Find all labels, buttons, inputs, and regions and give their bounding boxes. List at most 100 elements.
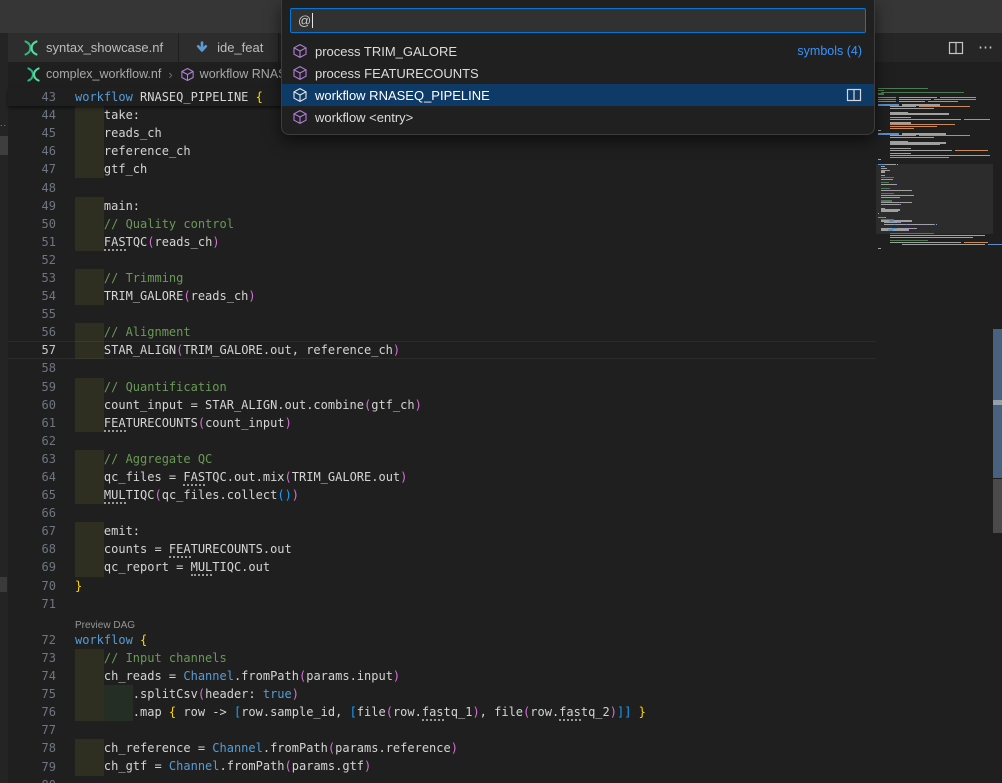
line-number[interactable]: 60 [8,398,56,412]
quickpick-item[interactable]: workflow RNASEQ_PIPELINE [282,84,874,106]
indent-guide-highlight [75,468,104,486]
code-line-67: 67 emit: [8,522,876,540]
line-number[interactable]: 43 [8,90,56,104]
quickpick-item[interactable]: process TRIM_GALORE symbols (4) [282,40,874,62]
quickpick-item-label: workflow <entry> [315,110,413,125]
left-edge-scrollbar-lower[interactable] [0,577,7,592]
code-line-69: 69 qc_report = MULTIQC.out [8,558,876,576]
tab-ide_feat[interactable]: ide_feat [179,33,279,62]
indent-guide-highlight [75,522,104,540]
line-number[interactable]: 55 [8,307,56,321]
open-to-side-icon[interactable] [846,87,862,103]
line-number[interactable]: 53 [8,271,56,285]
line-number[interactable]: 74 [8,669,56,683]
code-line-74: 74 ch_reads = Channel.fromPath(params.in… [8,667,876,685]
code-line-46: 46 reference_ch [8,142,876,160]
code-line-72: 72workflow { [8,631,876,649]
symbols-count-badge: symbols (4) [797,44,862,58]
line-number[interactable]: 51 [8,235,56,249]
line-number[interactable]: 58 [8,361,56,375]
quickpick-item[interactable]: workflow <entry> [282,106,874,128]
line-number[interactable]: 54 [8,289,56,303]
line-number[interactable]: 76 [8,705,56,719]
indent-guide-highlight [75,540,104,558]
line-number[interactable]: 66 [8,506,56,520]
line-number[interactable]: 80 [8,778,56,783]
quickpick-input[interactable]: @ [290,8,866,33]
code-line-77: 77 [8,721,876,739]
line-number[interactable]: 57 [8,343,56,357]
minimap[interactable] [876,88,993,783]
code-line-53: 53 // Trimming [8,269,876,287]
line-number[interactable]: 77 [8,723,56,737]
code-line-66: 66 [8,504,876,522]
overview-ruler-marker [993,400,1002,405]
line-number[interactable]: 64 [8,470,56,484]
indent-guide-highlight [75,396,104,414]
line-number[interactable]: 61 [8,416,56,430]
line-number[interactable]: 78 [8,741,56,755]
line-number[interactable]: 73 [8,651,56,665]
code-line-52: 52 [8,251,876,269]
line-number[interactable]: 68 [8,542,56,556]
vscode-window: .. syntax_showcase.nf ide_feat ⋯ complex_… [0,0,1002,783]
quickpick-item-label: process TRIM_GALORE [315,44,457,59]
code-editor[interactable]: 43workflow RNASEQ_PIPELINE {44 take:45 r… [8,86,876,783]
line-number[interactable]: 67 [8,524,56,538]
left-edge-panel: .. [0,33,8,783]
line-number[interactable]: 46 [8,144,56,158]
line-number[interactable]: 44 [8,108,56,122]
indent-guide-highlight [75,142,104,160]
symbol-cube-icon [292,43,308,59]
code-line-65: 65 MULTIQC(qc_files.collect()) [8,486,876,504]
quickpick-list: process TRIM_GALORE symbols (4) process FE… [282,40,874,128]
line-number[interactable]: 49 [8,199,56,213]
indent-guide-highlight [75,486,104,504]
line-number[interactable]: 62 [8,434,56,448]
text-cursor [312,13,313,28]
code-line-71: 71 [8,595,876,613]
line-number[interactable]: 63 [8,452,56,466]
line-number[interactable]: 69 [8,560,56,574]
tab-label: ide_feat [217,40,263,55]
indent-guide-highlight [75,160,104,178]
quickpick-item[interactable]: process FEATURECOUNTS [282,62,874,84]
indent-guide-highlight [75,685,104,703]
line-number[interactable]: 75 [8,687,56,701]
indent-guide-highlight [75,414,104,432]
breadcrumb-file[interactable]: complex_workflow.nf [46,67,161,81]
line-number[interactable]: 45 [8,126,56,140]
editor-actions: ⋯ [948,33,994,62]
line-number[interactable]: 50 [8,217,56,231]
code-line-54: 54 TRIM_GALORE(reads_ch) [8,287,876,305]
indent-guide-highlight [75,649,104,667]
code-line-63: 63 // Aggregate QC [8,450,876,468]
line-number[interactable]: 70 [8,579,56,593]
line-number[interactable]: 71 [8,597,56,611]
line-number[interactable]: 52 [8,253,56,267]
line-number[interactable]: 72 [8,633,56,647]
code-line-79: 79 ch_gtf = Channel.fromPath(params.gtf) [8,757,876,775]
symbol-cube-icon [292,65,308,81]
more-actions-icon[interactable]: ⋯ [978,43,994,53]
nextflow-file-icon [26,67,41,82]
line-number[interactable]: 59 [8,380,56,394]
code-line-48: 48 [8,178,876,196]
line-number[interactable]: 56 [8,325,56,339]
indent-guide-highlight [75,341,104,359]
tab-syntax_showcase.nf[interactable]: syntax_showcase.nf [8,33,179,62]
codelens-preview-dag[interactable]: Preview DAG [8,613,876,631]
line-number[interactable]: 48 [8,181,56,195]
line-number[interactable]: 65 [8,488,56,502]
code-line-61: 61 FEATURECOUNTS(count_input) [8,414,876,432]
code-line-62: 62 [8,432,876,450]
line-number[interactable]: 47 [8,162,56,176]
code-line-78: 78 ch_reference = Channel.fromPath(param… [8,739,876,757]
breadcrumb-separator-icon: › [168,67,172,82]
line-number[interactable]: 79 [8,760,56,774]
code-line-51: 51 FASTQC(reads_ch) [8,233,876,251]
split-editor-icon[interactable] [948,40,964,56]
editor-scrollbar[interactable] [993,479,1002,533]
left-edge-scrollbar[interactable] [0,136,8,155]
indent-guide-highlight [104,703,133,721]
